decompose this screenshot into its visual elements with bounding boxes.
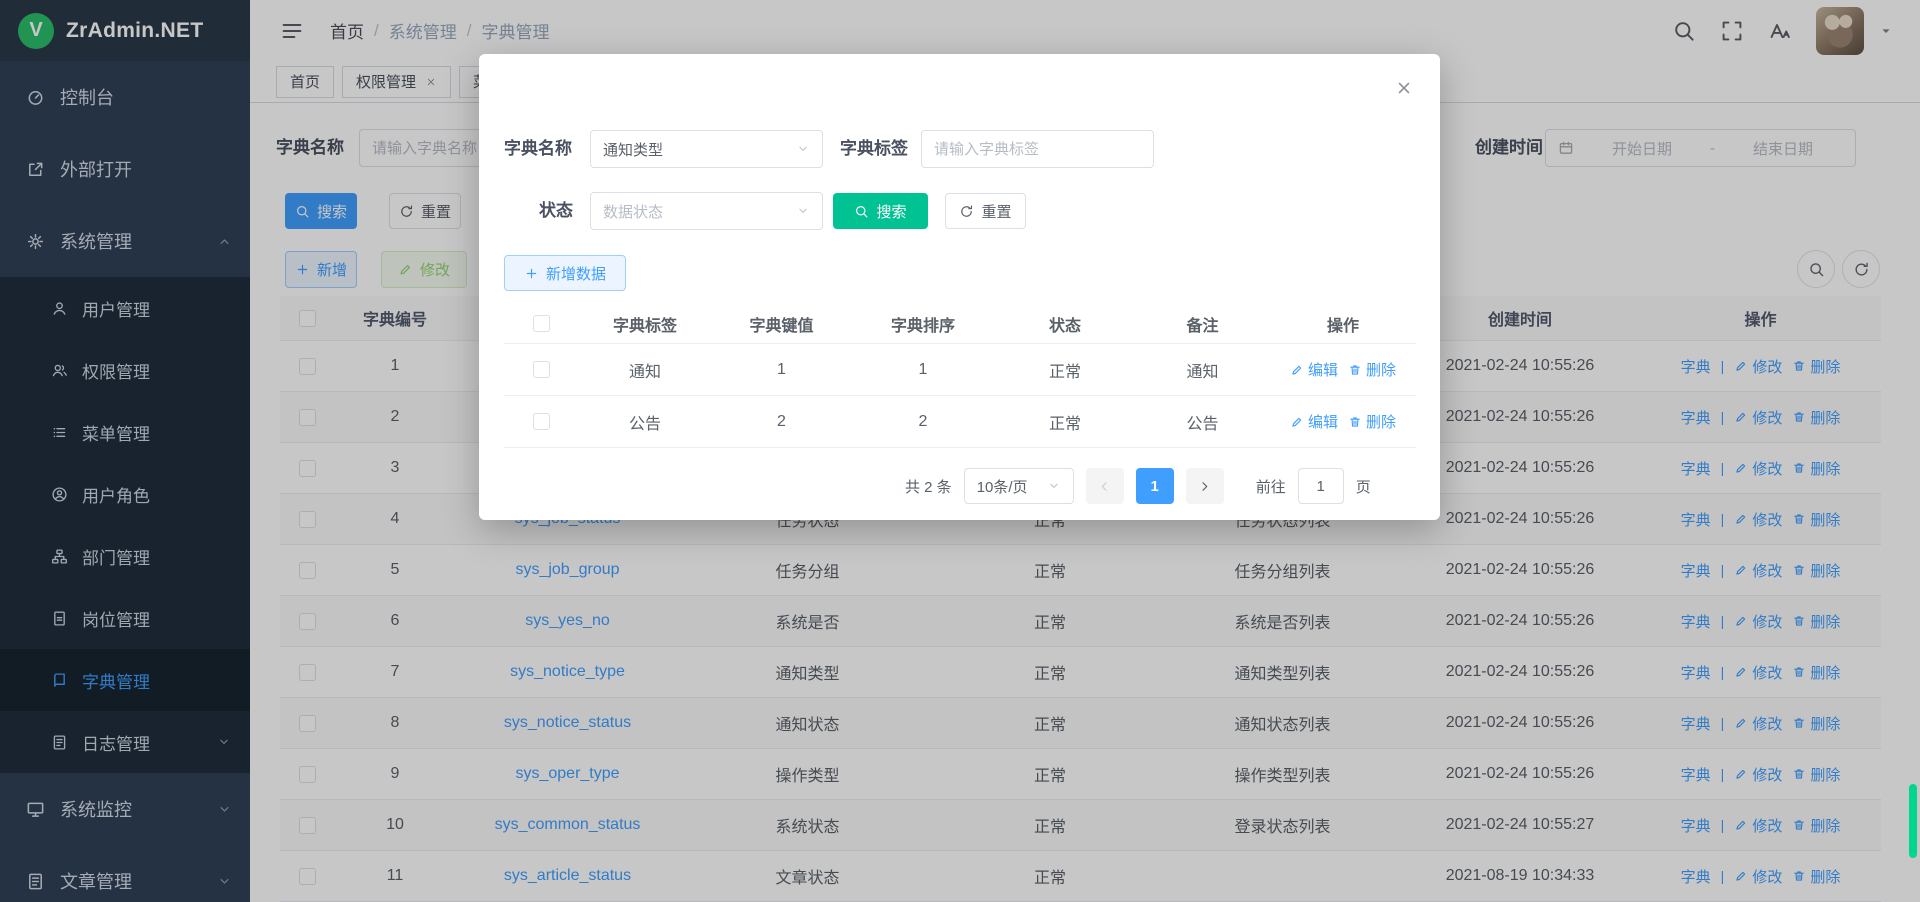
cell-remark: 通知 (1135, 344, 1270, 396)
page-scrollbar-thumb[interactable] (1909, 784, 1917, 858)
dialog-reset-button[interactable]: 重置 (945, 193, 1026, 229)
op-delete-link[interactable]: 删除 (1348, 411, 1396, 432)
cell-operations: 编辑删除 (1270, 344, 1416, 396)
dict-data-table: 字典标签字典键值字典排序状态备注操作通知11正常通知编辑删除公告22正常公告编辑… (504, 304, 1416, 448)
cell-status: 正常 (995, 344, 1135, 396)
column-header: 字典排序 (851, 304, 995, 344)
dialog-add-data-label: 新增数据 (546, 263, 606, 284)
op-delete-link[interactable]: 删除 (1348, 359, 1396, 380)
page-size-select[interactable]: 10条/页 (964, 468, 1074, 504)
dialog-dict-name-label: 字典名称 (504, 138, 572, 160)
dialog-add-data-button[interactable]: 新增数据 (504, 255, 626, 291)
dialog-search-label: 搜索 (876, 201, 906, 222)
pagination-total: 共 2 条 (905, 476, 952, 497)
dialog-table-row: 公告22正常公告编辑删除 (504, 396, 1416, 448)
cell-dict-label: 通知 (578, 344, 712, 396)
dialog-table-row: 通知11正常通知编辑删除 (504, 344, 1416, 396)
column-header: 字典键值 (712, 304, 851, 344)
cell-dict-sort: 2 (851, 396, 995, 448)
status-select-placeholder: 数据状态 (603, 201, 663, 222)
chevron-down-icon (796, 142, 810, 156)
refresh-icon (959, 204, 974, 219)
page-size-value: 10条/页 (977, 476, 1028, 497)
dialog-reset-label: 重置 (981, 201, 1011, 222)
cell-status: 正常 (995, 396, 1135, 448)
goto-page-input[interactable] (1298, 468, 1344, 504)
selected-dict-name: 通知类型 (603, 139, 663, 160)
chevron-left-icon (1097, 479, 1112, 494)
column-header: 备注 (1135, 304, 1270, 344)
dict-data-dialog: 字典名称 通知类型 字典标签 状态 数据状态 搜索 重置 新增数据 字典标签字典… (479, 54, 1440, 520)
page-unit-label: 页 (1356, 476, 1371, 497)
next-page-button[interactable] (1186, 468, 1224, 504)
row-checkbox[interactable] (533, 413, 550, 430)
chevron-down-icon (1047, 479, 1061, 493)
cell-dict-sort: 1 (851, 344, 995, 396)
cell-remark: 公告 (1135, 396, 1270, 448)
op-edit-link[interactable]: 编辑 (1290, 411, 1338, 432)
chevron-right-icon (1197, 479, 1212, 494)
dialog-dict-label-input[interactable] (921, 130, 1154, 168)
dialog-close-icon[interactable] (1394, 78, 1414, 98)
goto-label: 前往 (1256, 476, 1286, 497)
op-edit-link[interactable]: 编辑 (1290, 359, 1338, 380)
column-header: 状态 (995, 304, 1135, 344)
column-header: 操作 (1270, 304, 1416, 344)
pagination: 共 2 条 10条/页 1 前往 页 (905, 468, 1371, 504)
dialog-dict-label-label: 字典标签 (840, 138, 908, 160)
dialog-dict-name-select[interactable]: 通知类型 (590, 130, 823, 168)
cell-dict-value: 1 (712, 344, 851, 396)
cell-operations: 编辑删除 (1270, 396, 1416, 448)
cell-dict-value: 2 (712, 396, 851, 448)
dialog-status-select[interactable]: 数据状态 (590, 192, 823, 230)
prev-page-button[interactable] (1086, 468, 1124, 504)
cell-dict-label: 公告 (578, 396, 712, 448)
dialog-status-label: 状态 (539, 200, 573, 222)
dialog-search-button[interactable]: 搜索 (833, 193, 928, 229)
column-header: 字典标签 (578, 304, 712, 344)
row-checkbox[interactable] (533, 361, 550, 378)
chevron-down-icon (796, 204, 810, 218)
page-number-button[interactable]: 1 (1136, 468, 1174, 504)
plus-icon (524, 266, 539, 281)
dialog-table-header-row: 字典标签字典键值字典排序状态备注操作 (504, 304, 1416, 344)
search-icon (854, 204, 869, 219)
dialog-select-all-checkbox[interactable] (533, 315, 550, 332)
